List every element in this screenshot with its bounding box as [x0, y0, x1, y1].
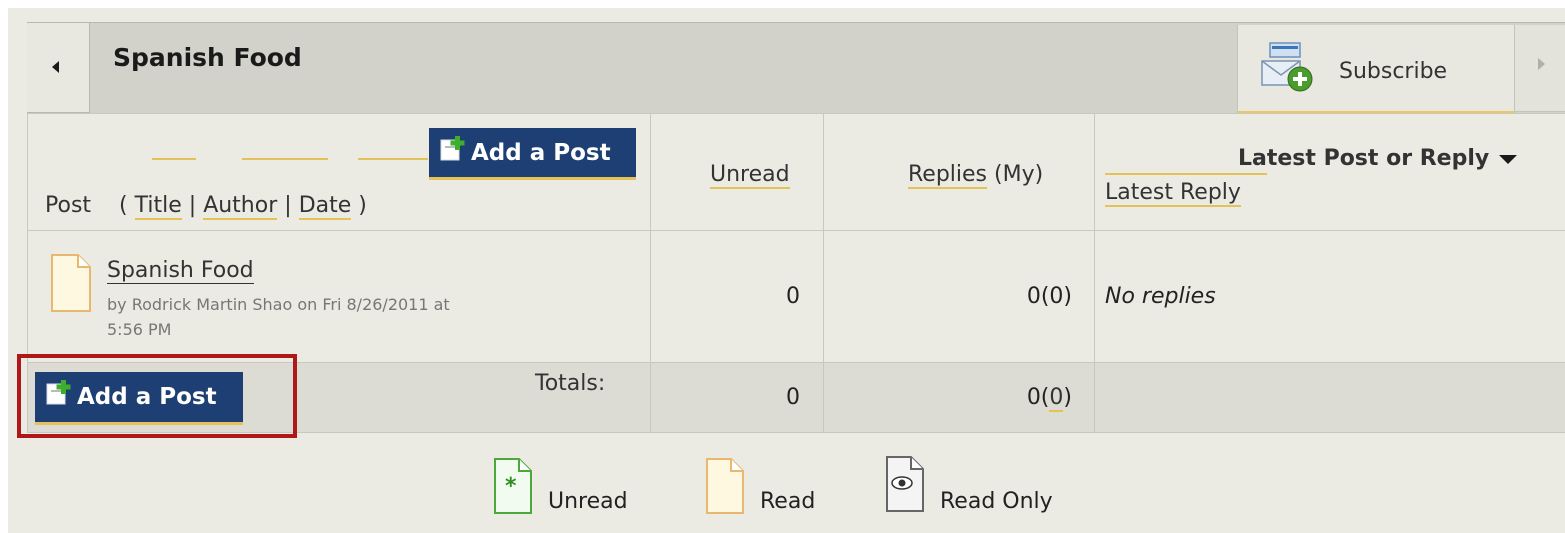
totals-replies-count: 0(	[1026, 385, 1050, 410]
subscribe-label: Subscribe	[1339, 59, 1448, 84]
read-post-icon	[51, 254, 91, 312]
separator: |	[188, 193, 197, 218]
legend-read-label: Read	[760, 489, 816, 514]
read-only-icon	[886, 456, 924, 512]
totals-paren-close: )	[1063, 385, 1072, 410]
post-time: 5:56 PM	[107, 320, 172, 339]
legend-read-only-label: Read Only	[940, 489, 1053, 514]
add-post-label: Add a Post	[471, 139, 611, 166]
totals-replies: 0(0)	[960, 385, 1072, 412]
caret-right-icon	[1538, 58, 1545, 70]
svg-text:*: *	[505, 474, 517, 499]
add-post-button-top[interactable]: Add a Post	[429, 128, 636, 180]
legend-unread-label: Unread	[548, 489, 628, 514]
prev-forum-button[interactable]	[27, 23, 90, 113]
sort-by-latest-post-link[interactable]: Latest Post or Reply	[1238, 146, 1517, 171]
sort-by-replies-link[interactable]: Replies	[908, 162, 988, 189]
sort-by-title-link[interactable]: Title	[134, 193, 182, 220]
forum-title-bar: Spanish Food Subscribe	[27, 22, 1565, 113]
post-sort-bar: Post ( Title | Author | Date )	[45, 193, 367, 220]
sort-by-unread-link[interactable]: Unread	[710, 162, 790, 189]
paren-open: (	[119, 193, 128, 218]
totals-my-replies-link[interactable]: 0	[1049, 385, 1064, 412]
post-meta: by Rodrick Martin Shao on Fri 8/26/2011 …	[107, 292, 450, 342]
replies-header: Replies (My)	[908, 162, 1044, 189]
post-replies-count: 0(0)	[1026, 284, 1072, 309]
post-title-link[interactable]: Spanish Food	[107, 258, 254, 284]
totals-label: Totals:	[535, 371, 606, 396]
read-icon	[706, 458, 744, 514]
next-forum-button[interactable]	[1515, 25, 1565, 112]
totals-unread: 0	[786, 385, 800, 410]
forum-title: Spanish Food	[113, 43, 302, 72]
unread-icon: *	[494, 458, 532, 514]
post-author-date: by Rodrick Martin Shao on Fri 8/26/2011 …	[107, 295, 450, 314]
separator: |	[284, 193, 292, 218]
post-unread-count: 0	[786, 284, 800, 309]
my-replies-label: (My)	[994, 162, 1044, 187]
post-column-label: Post	[45, 193, 92, 218]
subscribe-envelope-icon	[1261, 42, 1313, 92]
sort-by-author-link[interactable]: Author	[203, 193, 278, 220]
highlight-box	[17, 354, 297, 438]
caret-left-icon	[52, 61, 59, 73]
sort-by-date-link[interactable]: Date	[298, 193, 352, 220]
sort-desc-icon	[1498, 154, 1517, 164]
paren-close: )	[358, 193, 367, 218]
add-post-icon	[440, 135, 465, 160]
post-latest-reply: No replies	[1105, 284, 1216, 309]
subscribe-button[interactable]: Subscribe	[1237, 25, 1515, 113]
latest-post-label: Latest Post or Reply	[1238, 146, 1490, 171]
sort-by-latest-reply-link[interactable]: Latest Reply	[1105, 180, 1241, 207]
